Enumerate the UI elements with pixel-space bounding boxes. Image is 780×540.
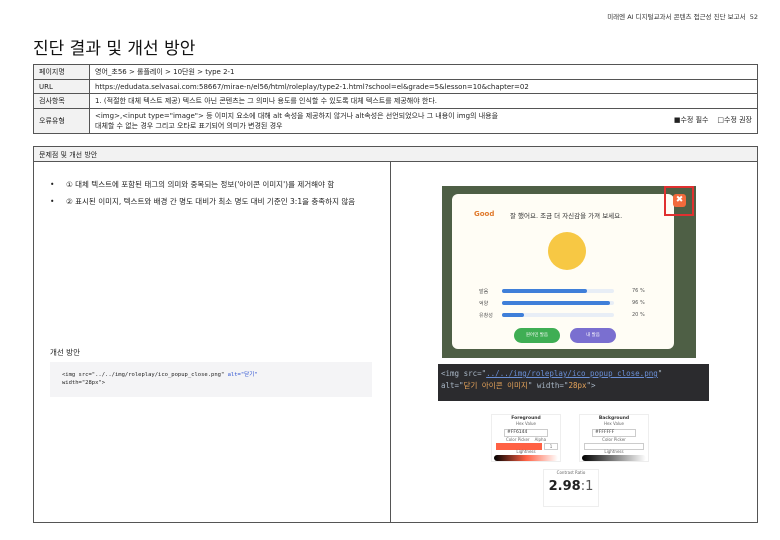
close-icon[interactable]: ✖ [673,194,686,207]
section-header: 문제점 및 개선 방안 [34,147,757,162]
progress-bar [502,301,614,305]
background-lightness-slider[interactable] [582,455,646,461]
check-item-value: 1. (적절한 대체 텍스트 제공) 텍스트 아닌 콘텐츠는 그 의미나 용도를… [89,93,758,109]
contrast-checker: Foreground Hex Value #FF6144 Color Picke… [491,414,651,509]
ratio-label: Contrast Ratio [556,470,586,475]
code-alt-value: 닫기 아이콘 이미지 [463,381,528,390]
code-text: "> [586,381,596,390]
code-width-value: 28px [568,381,587,390]
table-row: URL https://edudata.selvasai.com:58667/mi… [33,79,758,94]
popup-screenshot: Good 잘 했어요. 조금 더 자신감을 가져 보세요. 발음 76 % 억양… [442,186,696,358]
label-error-type: 오류유형 [33,108,90,134]
bar-label: 유창성 [479,313,493,319]
bar-percent: 20 % [632,312,645,318]
bar-label: 발음 [479,289,489,295]
label-page-name: 페이지명 [33,64,90,80]
code-width: width="28px"> [62,380,106,386]
hex-label: Hex Value [515,421,537,426]
bar-label: 억양 [479,301,489,307]
my-pronunciation-button[interactable]: 내 발음 [570,328,616,343]
result-popup: Good 잘 했어요. 조금 더 자신감을 가져 보세요. 발음 76 % 억양… [452,194,674,349]
table-row: 페이지명 영어_초56 > 롤플레이 > 10단원 > type 2-1 [33,64,758,80]
legend: ■수정 필수 □수정 권장 [674,115,752,125]
bar-percent: 76 % [632,288,645,294]
ratio-number: 2.98 [548,479,581,494]
close-highlight: ✖ [664,186,694,216]
code-text: " width=" [527,381,569,390]
error-type-value: ■수정 필수 □수정 권장 <img>,<input type="image"> … [89,108,758,134]
foreground-hex-input[interactable]: #FF6144 [504,429,548,437]
hex-label: Hex Value [603,421,625,426]
current-code-block: <img src="../../img/roleplay/ico_popup_c… [438,364,709,401]
report-title: 미래엔 AI 디지털교과서 콘텐츠 접근성 진단 보고서 [607,13,746,21]
error-line-2: 대체할 수 없는 경우 그리고 오타로 표기되어 의미가 변경된 경우 [95,122,283,130]
ratio-value: 2.98:1 [544,479,598,494]
code-src: <img src="../../img/roleplay/ico_popup_c… [62,372,228,378]
progress-fill [502,289,588,293]
report-header: 미래엔 AI 디지털교과서 콘텐츠 접근성 진단 보고서 52 [607,11,758,21]
issue-list: ① 대체 텍스트에 포함된 태그의 의미와 중복되는 정보('아이콘 이미지')… [50,179,370,213]
label-check-item: 검사항목 [33,93,90,109]
lightness-label: Lightness [604,449,624,454]
native-pronunciation-button[interactable]: 원어민 발음 [514,328,560,343]
ratio-suffix: :1 [580,479,594,494]
legend-required: ■수정 필수 [673,116,709,124]
background-panel: Background Hex Value #FFFFFF Color Picke… [579,414,649,462]
progress-fill [502,301,610,305]
foreground-panel: Foreground Hex Value #FF6144 Color Picke… [491,414,561,462]
progress-fill [502,313,525,317]
info-table: 페이지명 영어_초56 > 롤플레이 > 10단원 > type 2-1 URL h… [33,64,758,134]
code-alt: alt="닫기" [227,372,258,378]
code-text: " [657,369,663,378]
table-row: 오류유형 ■수정 필수 □수정 권장 <img>,<input type="ima… [33,108,758,134]
code-text: alt=" [441,381,464,390]
progress-bar [502,313,614,317]
lightness-label: Lightness [516,449,536,454]
issues-section: 문제점 및 개선 방안 ① 대체 텍스트에 포함된 태그의 의미와 중복되는 정… [33,146,758,523]
bar-percent: 96 % [632,300,645,306]
list-item: ① 대체 텍스트에 포함된 태그의 의미와 중복되는 정보('아이콘 이미지')… [50,179,370,190]
popup-message: 잘 했어요. 조금 더 자신감을 가져 보세요. [510,212,623,220]
background-hex-input[interactable]: #FFFFFF [592,429,636,437]
page-number: 52 [749,13,758,21]
picker-label: Color Picker [602,437,626,442]
error-line-1: <img>,<input type="image"> 등 이미지 요소에 대해 … [95,112,499,120]
list-item: ② 표시된 이미지, 텍스트와 배경 간 명도 대비가 최소 명도 대비 기준인… [50,196,370,207]
foreground-lightness-slider[interactable] [494,455,558,461]
contrast-ratio-box: Contrast Ratio 2.98:1 [543,469,599,507]
good-label: Good [474,210,495,218]
smiley-character-icon [548,232,586,270]
progress-bar [502,289,614,293]
code-path: ../../img/roleplay/ico_popup_close.png [486,369,658,378]
alpha-label: Alpha [534,437,547,442]
fix-label: 개선 방안 [50,348,80,357]
picker-label: Color Picker [505,437,530,442]
legend-recommended: □수정 권장 [717,116,752,124]
code-text: <img src=" [441,369,487,378]
url-value: https://edudata.selvasai.com:58667/mirae… [89,79,758,94]
table-row: 검사항목 1. (적절한 대체 텍스트 제공) 텍스트 아닌 콘텐츠는 그 의미나… [33,93,758,109]
label-url: URL [33,79,90,94]
column-divider [390,162,391,522]
page-name-value: 영어_초56 > 롤플레이 > 10단원 > type 2-1 [89,64,758,80]
page-title: 진단 결과 및 개선 방안 [33,39,196,59]
fixed-code-block: <img src="../../img/roleplay/ico_popup_c… [50,362,372,397]
